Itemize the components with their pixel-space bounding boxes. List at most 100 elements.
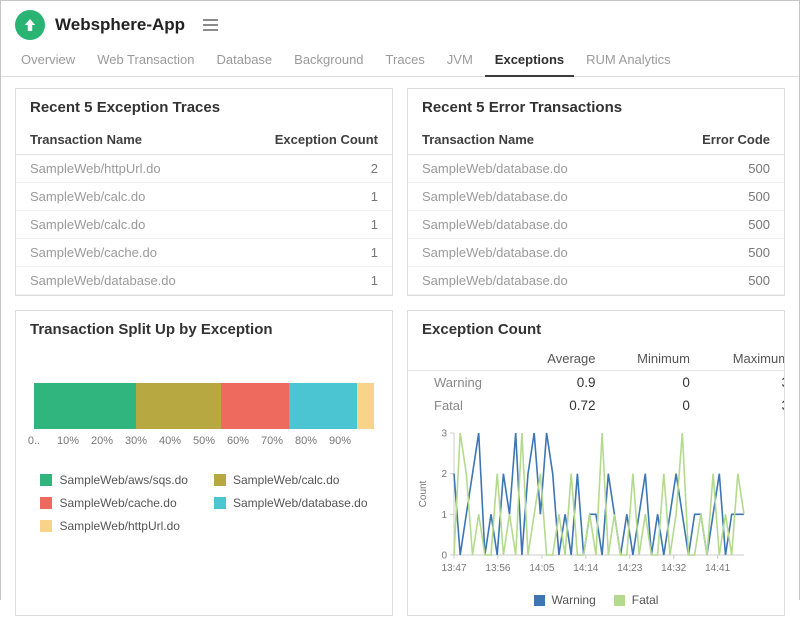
value-cell: 1 bbox=[230, 267, 392, 295]
value-cell: 500 bbox=[650, 267, 784, 295]
stats-row: Warning0.903 bbox=[408, 371, 784, 395]
legend-swatch bbox=[534, 595, 545, 606]
legend-item[interactable]: SampleWeb/cache.do bbox=[40, 496, 188, 510]
legend-swatch bbox=[614, 595, 625, 606]
stats-column-header: Maximum bbox=[700, 347, 784, 371]
legend-item[interactable]: SampleWeb/database.do bbox=[214, 496, 368, 510]
x-axis-tick-label: 0.. bbox=[28, 435, 40, 447]
legend-item[interactable]: SampleWeb/calc.do bbox=[214, 473, 368, 487]
app-title: Websphere-App bbox=[55, 15, 185, 35]
legend-label: SampleWeb/cache.do bbox=[59, 496, 176, 510]
legend-label: SampleWeb/aws/sqs.do bbox=[59, 473, 188, 487]
exception-count-stats: AverageMinimumMaximum Warning0.903Fatal0… bbox=[408, 347, 784, 417]
svg-text:14:14: 14:14 bbox=[573, 563, 598, 574]
bar-segment-database[interactable] bbox=[289, 383, 357, 429]
legend-item[interactable]: SampleWeb/aws/sqs.do bbox=[40, 473, 188, 487]
panel-exception-count: Exception Count AverageMinimumMaximum Wa… bbox=[407, 310, 785, 616]
x-axis-tick-label: 80% bbox=[295, 435, 317, 447]
table-row: SampleWeb/database.do1 bbox=[16, 267, 392, 295]
stats-value: 3 bbox=[700, 394, 784, 417]
value-cell: 1 bbox=[230, 239, 392, 267]
legend-item[interactable]: SampleWeb/httpUrl.do bbox=[40, 519, 188, 533]
legend-swatch bbox=[40, 520, 52, 532]
x-axis-tick-label: 90% bbox=[329, 435, 351, 447]
bar-chart-x-axis: 0..10%20%30%40%50%60%70%80%90% bbox=[34, 429, 374, 453]
hamburger-menu-icon[interactable] bbox=[199, 15, 222, 35]
tab-background[interactable]: Background bbox=[284, 45, 373, 76]
tab-web-transaction[interactable]: Web Transaction bbox=[87, 45, 204, 76]
svg-text:14:05: 14:05 bbox=[529, 563, 554, 574]
stats-column-header: Average bbox=[517, 347, 606, 371]
legend-item[interactable]: Fatal bbox=[614, 593, 659, 607]
transaction-name-link[interactable]: SampleWeb/database.do bbox=[408, 211, 650, 239]
svg-text:0: 0 bbox=[441, 551, 447, 562]
table-row: SampleWeb/calc.do1 bbox=[16, 211, 392, 239]
svg-text:14:23: 14:23 bbox=[617, 563, 642, 574]
value-cell: 2 bbox=[230, 155, 392, 183]
value-cell: 500 bbox=[650, 239, 784, 267]
tab-database[interactable]: Database bbox=[207, 45, 283, 76]
transaction-name-link[interactable]: SampleWeb/database.do bbox=[408, 239, 650, 267]
tab-overview[interactable]: Overview bbox=[11, 45, 85, 76]
legend-item[interactable]: Warning bbox=[534, 593, 596, 607]
tab-jvm[interactable]: JVM bbox=[437, 45, 483, 76]
stacked-bar-chart bbox=[34, 383, 374, 429]
x-axis-tick-label: 40% bbox=[159, 435, 181, 447]
transaction-name-link[interactable]: SampleWeb/cache.do bbox=[16, 239, 230, 267]
app-header: Websphere-App bbox=[1, 1, 799, 45]
stats-header-row: AverageMinimumMaximum bbox=[408, 347, 784, 371]
transaction-name-link[interactable]: SampleWeb/database.do bbox=[16, 267, 230, 295]
bar-segment-sqs[interactable] bbox=[34, 383, 136, 429]
panel-title: Recent 5 Exception Traces bbox=[16, 89, 392, 125]
stats-series-label: Fatal bbox=[408, 394, 517, 417]
dashboard-grid: Recent 5 Exception Traces Transaction Na… bbox=[1, 77, 799, 626]
line-chart-legend: Warning Fatal bbox=[408, 591, 784, 615]
stats-column-header: Minimum bbox=[605, 347, 699, 371]
transaction-name-link[interactable]: SampleWeb/calc.do bbox=[16, 183, 230, 211]
bar-segment-cache[interactable] bbox=[221, 383, 289, 429]
column-header-exception-count: Exception Count bbox=[230, 125, 392, 155]
panel-recent-error-transactions: Recent 5 Error Transactions Transaction … bbox=[407, 88, 785, 296]
tab-rum-analytics[interactable]: RUM Analytics bbox=[576, 45, 681, 76]
stats-value: 3 bbox=[700, 371, 784, 395]
svg-text:2: 2 bbox=[441, 469, 447, 480]
error-transactions-table: Transaction Name Error Code SampleWeb/da… bbox=[408, 125, 784, 295]
app-health-up-icon bbox=[15, 10, 45, 40]
bar-segment-calc[interactable] bbox=[136, 383, 221, 429]
x-axis-tick-label: 50% bbox=[193, 435, 215, 447]
transaction-name-link[interactable]: SampleWeb/database.do bbox=[408, 267, 650, 295]
tab-traces[interactable]: Traces bbox=[376, 45, 435, 76]
legend-swatch bbox=[40, 474, 52, 486]
table-row: SampleWeb/httpUrl.do2 bbox=[16, 155, 392, 183]
svg-text:3: 3 bbox=[441, 429, 447, 440]
svg-text:13:56: 13:56 bbox=[485, 563, 510, 574]
transaction-name-link[interactable]: SampleWeb/database.do bbox=[408, 155, 650, 183]
table-header-row: Transaction Name Exception Count bbox=[16, 125, 392, 155]
svg-text:13:47: 13:47 bbox=[441, 563, 466, 574]
transaction-name-link[interactable]: SampleWeb/database.do bbox=[408, 183, 650, 211]
panel-title: Exception Count bbox=[408, 311, 784, 347]
tab-exceptions[interactable]: Exceptions bbox=[485, 45, 574, 77]
table-row: SampleWeb/database.do500 bbox=[408, 183, 784, 211]
table-row: SampleWeb/cache.do1 bbox=[16, 239, 392, 267]
x-axis-tick-label: 20% bbox=[91, 435, 113, 447]
bar-segment-httpUrl[interactable] bbox=[357, 383, 374, 429]
transaction-name-link[interactable]: SampleWeb/httpUrl.do bbox=[16, 155, 230, 183]
transaction-name-link[interactable]: SampleWeb/calc.do bbox=[16, 211, 230, 239]
stats-value: 0 bbox=[605, 371, 699, 395]
value-cell: 500 bbox=[650, 183, 784, 211]
panel-title: Transaction Split Up by Exception bbox=[16, 311, 392, 347]
x-axis-tick-label: 60% bbox=[227, 435, 249, 447]
table-row: SampleWeb/database.do500 bbox=[408, 239, 784, 267]
legend-swatch bbox=[40, 497, 52, 509]
legend-label: SampleWeb/database.do bbox=[233, 496, 368, 510]
svg-text:14:41: 14:41 bbox=[705, 563, 730, 574]
x-axis-tick-label: 30% bbox=[125, 435, 147, 447]
y-axis-label: Count bbox=[418, 480, 429, 507]
stats-row: Fatal0.7203 bbox=[408, 394, 784, 417]
exception-traces-table: Transaction Name Exception Count SampleW… bbox=[16, 125, 392, 295]
panel-recent-exception-traces: Recent 5 Exception Traces Transaction Na… bbox=[15, 88, 393, 296]
table-row: SampleWeb/database.do500 bbox=[408, 211, 784, 239]
tab-bar: OverviewWeb TransactionDatabaseBackgroun… bbox=[1, 45, 799, 77]
column-header-transaction-name: Transaction Name bbox=[408, 125, 650, 155]
